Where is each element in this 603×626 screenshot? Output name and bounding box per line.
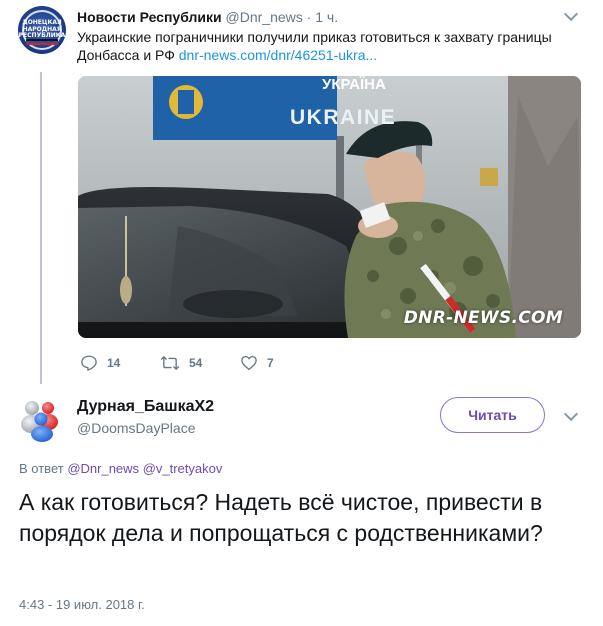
heart-icon [241,355,257,371]
like-count: 7 [267,356,274,370]
reply-count: 14 [107,356,121,370]
reply-icon [81,355,97,371]
parent-tweet-text: Украинские пограничники получили приказ … [77,28,577,64]
sign-text-ukraine: UKRAINE [290,106,397,129]
parent-avatar[interactable]: ДОНЕЦКАЯ НАРОДНАЯ РЕСПУБЛИКА [18,6,66,54]
like-action[interactable]: 7 [240,354,274,372]
mention-dnr-news[interactable]: @Dnr_news [67,461,139,476]
reply-prefix: В ответ [19,461,64,476]
reply-tweet-text: А как готовиться? Надеть всё чистое, при… [19,489,543,546]
reply-action[interactable]: 14 [80,354,120,372]
parent-text-line1: Украинские пограничники получили приказ … [77,29,552,45]
retweet-count: 54 [189,356,203,370]
chevron-down-icon[interactable] [563,406,579,422]
chevron-down-icon[interactable] [563,6,579,22]
tweet-photo[interactable]: УКРАЇНА UKRAINE DNR-NEWS.COM [78,76,581,338]
reply-author-name[interactable]: Дурная_БашкаХ2 [77,398,214,416]
reply-timestamp[interactable]: 4:43 - 19 июл. 2018 г. [19,597,145,612]
header-separator: · [306,9,312,25]
parent-text-line2: Донбасса и РФ [77,47,175,63]
avatar-flag [26,39,58,45]
article-link[interactable]: dnr-news.com/dnr/46251-ukra... [179,47,377,63]
avatar-figures-image [21,401,58,442]
parent-tweet-header: Новости Республики @Dnr_news · 1 ч. [77,8,338,26]
thread-connector-line [40,72,42,384]
reply-context: В ответ @Dnr_news @v_tretyakov [19,461,222,476]
retweet-icon [160,355,180,371]
follow-button[interactable]: Читать [440,397,545,433]
avatar-logo-text: ДОНЕЦКАЯ НАРОДНАЯ РЕСПУБЛИКА [18,19,66,39]
mention-v-tretyakov[interactable]: @v_tretyakov [143,461,223,476]
retweet-action[interactable]: 54 [160,354,202,372]
parent-author-name[interactable]: Новости Республики [77,9,222,25]
parent-timestamp[interactable]: 1 ч. [315,9,338,25]
sign-text-ukraina: УКРАЇНА [322,76,386,93]
parent-author-handle[interactable]: @Dnr_news [226,9,303,25]
photo-watermark: DNR-NEWS.COM [403,308,563,328]
reply-author-handle[interactable]: @DoomsDayPlace [77,420,195,436]
reply-avatar[interactable] [17,394,65,442]
